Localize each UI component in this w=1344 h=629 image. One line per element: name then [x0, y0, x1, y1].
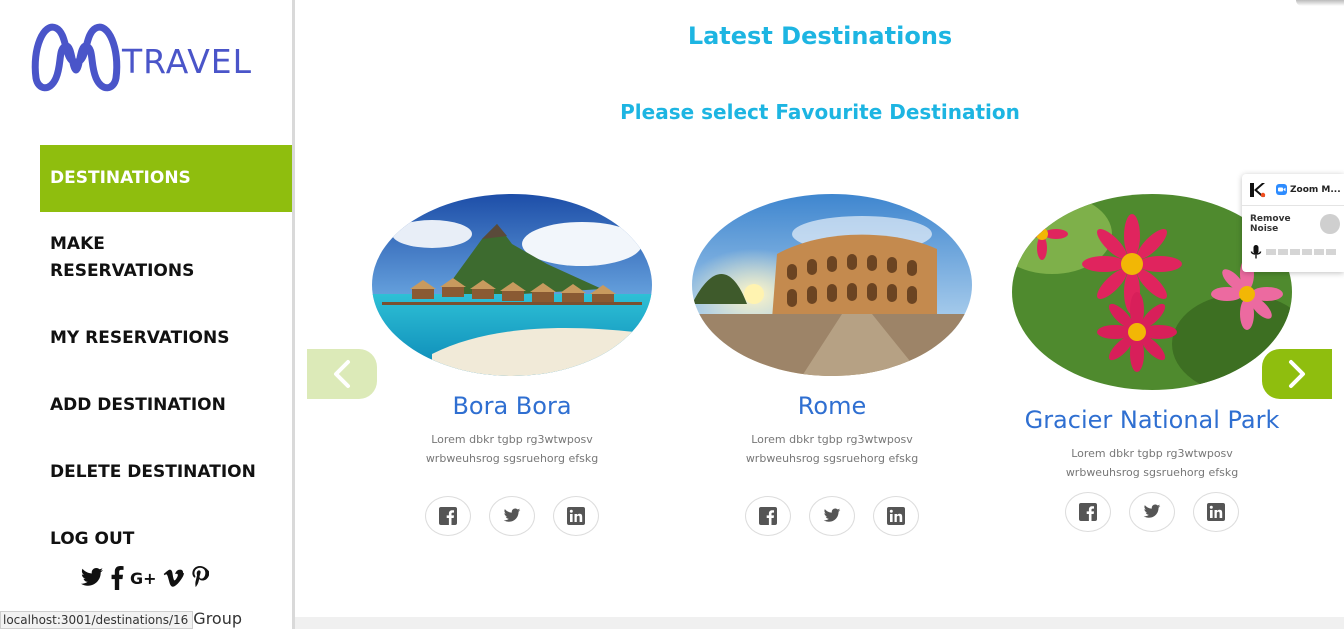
- destination-name[interactable]: Bora Bora: [372, 392, 652, 420]
- horizontal-scrollbar[interactable]: [295, 617, 1344, 629]
- krisp-logo-icon: [1250, 182, 1266, 197]
- zoom-app-tab[interactable]: Zoom M...: [1276, 184, 1341, 195]
- description-line: wrbweuhsrog sgsruehorg efskg: [425, 452, 599, 465]
- status-bar-url: localhost:3001/destinations/16: [0, 611, 194, 629]
- pinterest-icon[interactable]: [191, 566, 209, 590]
- zoom-app-icon: [1276, 184, 1287, 195]
- twitter-icon: [1143, 504, 1161, 518]
- facebook-icon: [759, 507, 777, 525]
- description-line: wrbweuhsrog sgsruehorg efskg: [745, 452, 919, 465]
- destination-name[interactable]: Rome: [692, 392, 972, 420]
- nav-my-reservations[interactable]: MY RESERVATIONS: [40, 325, 292, 352]
- chevron-left-icon: [334, 360, 350, 388]
- twitter-icon: [823, 508, 841, 522]
- remove-noise-label: Remove Noise: [1250, 214, 1291, 234]
- bora-bora-image: [372, 194, 652, 376]
- linkedin-icon: [887, 507, 905, 525]
- destination-description: Lorem dbkr tgbp rg3wtwposv wrbweuhsrog s…: [1012, 444, 1292, 482]
- nav-label: MY RESERVATIONS: [50, 328, 230, 348]
- linkedin-icon: [567, 507, 585, 525]
- facebook-share-button[interactable]: [1065, 492, 1111, 532]
- logo-icon: [31, 23, 121, 92]
- description-line: Lorem dbkr tgbp rg3wtwposv: [431, 433, 593, 446]
- nav-add-destination[interactable]: ADD DESTINATION: [40, 392, 292, 419]
- rome-image: [692, 194, 972, 376]
- mic-level-meter: [1266, 249, 1336, 255]
- facebook-share-button[interactable]: [745, 496, 791, 536]
- nav-label: DESTINATIONS: [50, 168, 191, 188]
- linkedin-share-button[interactable]: [873, 496, 919, 536]
- linkedin-share-button[interactable]: [553, 496, 599, 536]
- twitter-icon[interactable]: [80, 567, 104, 589]
- share-icons: [692, 496, 972, 536]
- facebook-icon[interactable]: [110, 566, 124, 590]
- destination-photo-rome[interactable]: [692, 194, 972, 376]
- microphone-icon: [1250, 245, 1262, 259]
- zoom-tab-label: Zoom M...: [1290, 184, 1341, 195]
- vimeo-icon[interactable]: [163, 568, 185, 588]
- facebook-icon: [1079, 503, 1097, 521]
- sidebar-divider: [292, 0, 295, 629]
- share-icons: [1012, 492, 1292, 532]
- nav-make-reservations[interactable]: MAKE RESERVATIONS: [40, 231, 240, 285]
- remove-noise-toggle[interactable]: [1320, 214, 1340, 234]
- destination-description: Lorem dbkr tgbp rg3wtwposv wrbweuhsrog s…: [372, 430, 652, 468]
- twitter-share-button[interactable]: [489, 496, 535, 536]
- page-title: Latest Destinations: [687, 22, 953, 50]
- page-subtitle: Please select Favourite Destination: [620, 100, 1020, 124]
- zoom-noise-widget: Zoom M... Remove Noise: [1242, 174, 1344, 272]
- google-plus-icon[interactable]: G+: [130, 569, 157, 588]
- nav-label: MAKE RESERVATIONS: [50, 234, 195, 281]
- mic-level-row: [1242, 242, 1344, 262]
- destination-photo-bora-bora[interactable]: [372, 194, 652, 376]
- nav-label: ADD DESTINATION: [50, 395, 226, 415]
- twitter-share-button[interactable]: [1129, 492, 1175, 532]
- facebook-icon: [439, 507, 457, 525]
- sidebar: TRAVEL DESTINATIONS MAKE RESERVATIONS MY…: [0, 0, 292, 629]
- zoom-widget-header: Zoom M...: [1242, 174, 1344, 206]
- logo[interactable]: TRAVEL: [30, 18, 270, 96]
- description-line: Lorem dbkr tgbp rg3wtwposv: [751, 433, 913, 446]
- top-right-shadow: [1296, 0, 1344, 6]
- destination-description: Lorem dbkr tgbp rg3wtwposv wrbweuhsrog s…: [692, 430, 972, 468]
- twitter-icon: [503, 508, 521, 522]
- carousel-prev-button[interactable]: [307, 349, 377, 399]
- linkedin-share-button[interactable]: [1193, 492, 1239, 532]
- remove-noise-row: Remove Noise: [1242, 206, 1344, 242]
- description-line: Lorem dbkr tgbp rg3wtwposv: [1071, 447, 1233, 460]
- social-links: G+: [80, 566, 209, 590]
- nav-label: LOG OUT: [50, 529, 135, 549]
- facebook-share-button[interactable]: [425, 496, 471, 536]
- destination-card[interactable]: Bora Bora Lorem dbkr tgbp rg3wtwposv wrb…: [372, 194, 652, 536]
- share-icons: [372, 496, 652, 536]
- linkedin-icon: [1207, 503, 1225, 521]
- destination-card[interactable]: Rome Lorem dbkr tgbp rg3wtwposv wrbweuhs…: [692, 194, 972, 536]
- nav-delete-destination[interactable]: DELETE DESTINATION: [40, 459, 292, 486]
- nav-destinations[interactable]: DESTINATIONS: [40, 145, 292, 212]
- destination-name[interactable]: Gracier National Park: [1012, 406, 1292, 434]
- description-line: wrbweuhsrog sgsruehorg efskg: [1065, 466, 1239, 479]
- twitter-share-button[interactable]: [809, 496, 855, 536]
- nav-label: DELETE DESTINATION: [50, 462, 256, 482]
- nav-log-out[interactable]: LOG OUT: [40, 526, 292, 553]
- logo-text: TRAVEL: [122, 42, 253, 81]
